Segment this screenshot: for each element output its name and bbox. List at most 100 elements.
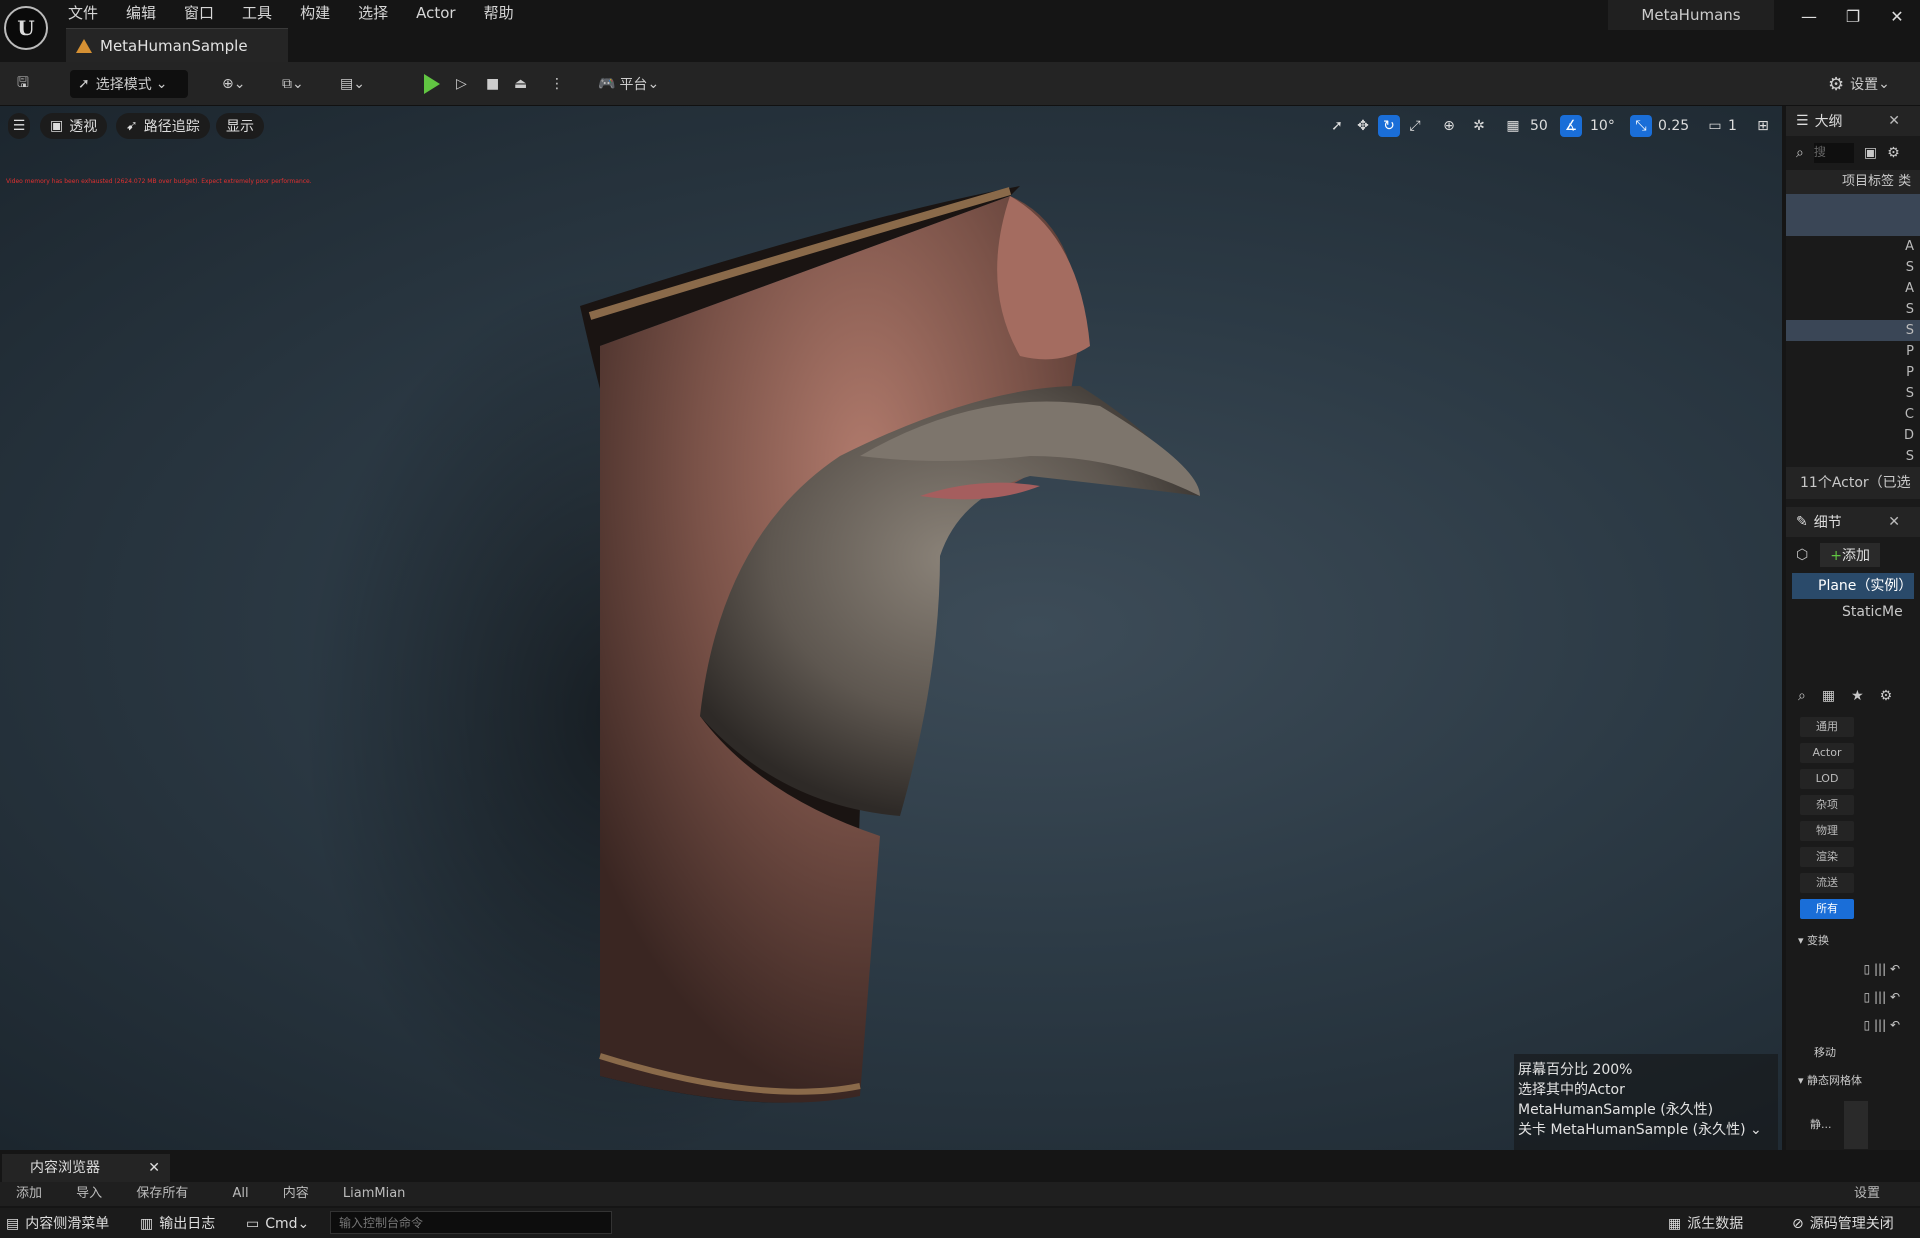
content-browser-tab[interactable]: 内容浏览器 ✕ bbox=[2, 1154, 170, 1182]
platform-dropdown[interactable]: 🎮 平台 ⌄ bbox=[598, 70, 659, 98]
menu-help[interactable]: 帮助 bbox=[470, 4, 528, 22]
mesh-row[interactable]: 静... bbox=[1786, 1095, 1920, 1155]
grid-icon[interactable]: ▦ bbox=[1502, 115, 1524, 137]
mesh-section[interactable]: ▾ 静态网格体 bbox=[1786, 1067, 1920, 1095]
angle-snap-value[interactable]: 10° bbox=[1590, 115, 1615, 137]
list-item[interactable]: A bbox=[1786, 236, 1920, 257]
scale-row[interactable]: ▯ ||| ↶ bbox=[1786, 1011, 1920, 1039]
blueprint-icon[interactable]: ⧉⌄ bbox=[282, 70, 304, 98]
close-icon[interactable]: ✕ bbox=[1888, 514, 1900, 530]
menu-actor[interactable]: Actor bbox=[402, 4, 469, 22]
list-item[interactable]: A bbox=[1786, 278, 1920, 299]
grid-snap-value[interactable]: 50 bbox=[1530, 115, 1548, 137]
output-log-button[interactable]: ▥ 输出日志 bbox=[140, 1210, 215, 1238]
select-icon[interactable]: ➚ bbox=[1326, 115, 1348, 137]
list-item[interactable]: S bbox=[1786, 257, 1920, 278]
menu-file[interactable]: 文件 bbox=[54, 4, 112, 22]
more-options-icon[interactable]: ⋮ bbox=[550, 70, 564, 98]
perspective-button[interactable]: ▣ 透视 bbox=[40, 113, 108, 139]
scale-icon[interactable]: ⤢ bbox=[1404, 115, 1426, 137]
scale-snap-icon[interactable]: ⤡ bbox=[1630, 115, 1652, 137]
filter-lod[interactable]: LOD bbox=[1800, 769, 1854, 789]
add-content-icon[interactable]: ⊕⌄ bbox=[222, 70, 245, 98]
list-item[interactable]: S bbox=[1786, 320, 1920, 341]
breadcrumb-folder[interactable]: LiamMian bbox=[343, 1186, 406, 1201]
breadcrumb-content[interactable]: 内容 bbox=[283, 1186, 309, 1201]
surface-snap-icon[interactable]: ✲ bbox=[1468, 115, 1490, 137]
menu-window[interactable]: 窗口 bbox=[170, 4, 228, 22]
save-icon[interactable]: 🖫 bbox=[12, 70, 34, 98]
scale-snap-value[interactable]: 0.25 bbox=[1658, 115, 1689, 137]
stop-icon[interactable]: ■ bbox=[486, 70, 499, 98]
pathtracing-button[interactable]: ➹ 路径追踪 bbox=[116, 113, 210, 139]
play-button[interactable] bbox=[424, 70, 440, 98]
menu-tools[interactable]: 工具 bbox=[228, 4, 286, 22]
mobility-row[interactable]: 移动 bbox=[1786, 1039, 1920, 1067]
filter-misc[interactable]: 杂项 bbox=[1800, 795, 1854, 815]
rotate-icon[interactable]: ↻ bbox=[1378, 115, 1400, 137]
list-item[interactable]: P bbox=[1786, 341, 1920, 362]
restore-icon[interactable]: ❐ bbox=[1830, 4, 1876, 30]
content-drawer-button[interactable]: ▤ 内容侧滑菜单 bbox=[6, 1210, 109, 1238]
menu-edit[interactable]: 编辑 bbox=[112, 4, 170, 22]
unreal-logo-icon[interactable]: U bbox=[4, 6, 48, 50]
camera-speed-value[interactable]: 1 bbox=[1728, 115, 1737, 137]
gear-icon[interactable]: ⚙ bbox=[1887, 145, 1900, 161]
mesh-thumbnail[interactable] bbox=[1844, 1101, 1868, 1149]
level-tab[interactable]: MetaHumanSample bbox=[66, 28, 288, 62]
list-item[interactable]: S bbox=[1786, 383, 1920, 404]
world-icon[interactable]: ⊕ bbox=[1438, 115, 1460, 137]
list-item[interactable]: S bbox=[1786, 446, 1920, 467]
show-button[interactable]: 显示 bbox=[216, 113, 264, 139]
folder-icon[interactable]: ▣ bbox=[1864, 145, 1877, 161]
eject-icon[interactable]: ⏏ bbox=[514, 70, 527, 98]
select-mode-dropdown[interactable]: ➚ 选择模式 ⌄ bbox=[70, 70, 188, 98]
component-root[interactable]: Plane（实例） bbox=[1792, 573, 1914, 599]
level-viewport[interactable]: ☰ ▣ 透视 ➹ 路径追踪 显示 Video memory has been exh… bbox=[0, 106, 1782, 1150]
component-staticmesh[interactable]: StaticMe bbox=[1786, 599, 1920, 625]
filter-rendering[interactable]: 渲染 bbox=[1800, 847, 1854, 867]
add-component-button[interactable]: +添加 bbox=[1820, 543, 1880, 567]
advance-frame-icon[interactable]: ▷ bbox=[456, 70, 467, 98]
console-input[interactable] bbox=[330, 1211, 612, 1234]
add-button[interactable]: 添加 bbox=[16, 1186, 42, 1201]
star-icon[interactable]: ★ bbox=[1851, 688, 1864, 704]
filter-physics[interactable]: 物理 bbox=[1800, 821, 1854, 841]
list-item[interactable]: P bbox=[1786, 362, 1920, 383]
close-icon[interactable]: ✕ bbox=[148, 1154, 160, 1182]
search-icon[interactable]: ⌕ bbox=[1796, 145, 1804, 161]
filter-actor[interactable]: Actor bbox=[1800, 743, 1854, 763]
viewport-menu-icon[interactable]: ☰ bbox=[8, 113, 30, 139]
gear-icon[interactable]: ⚙ bbox=[1880, 688, 1893, 704]
close-icon[interactable]: ✕ bbox=[1874, 4, 1920, 30]
close-icon[interactable]: ✕ bbox=[1888, 113, 1900, 129]
filter-general[interactable]: 通用 bbox=[1800, 717, 1854, 737]
filter-all[interactable]: 所有 bbox=[1800, 899, 1854, 919]
save-all-button[interactable]: 保存所有 bbox=[136, 1186, 188, 1201]
cmd-dropdown[interactable]: ▭ Cmd ⌄ bbox=[246, 1210, 309, 1238]
list-item[interactable] bbox=[1786, 215, 1920, 236]
camera-speed-icon[interactable]: ▭ bbox=[1704, 115, 1726, 137]
list-item[interactable]: S bbox=[1786, 299, 1920, 320]
filter-streaming[interactable]: 流送 bbox=[1800, 873, 1854, 893]
import-button[interactable]: 导入 bbox=[76, 1186, 102, 1201]
cinematics-icon[interactable]: ▤⌄ bbox=[340, 70, 365, 98]
outliner-search[interactable]: 搜 bbox=[1813, 143, 1854, 163]
content-settings[interactable]: 设置 bbox=[1854, 1182, 1880, 1206]
search-icon[interactable]: ⌕ bbox=[1798, 688, 1806, 704]
breadcrumb-all[interactable]: All bbox=[232, 1186, 248, 1201]
menu-build[interactable]: 构建 bbox=[286, 4, 344, 22]
derived-data-button[interactable]: ▦ 派生数据 bbox=[1668, 1210, 1743, 1238]
list-item[interactable]: C bbox=[1786, 404, 1920, 425]
rotation-row[interactable]: ▯ ||| ↶ bbox=[1786, 983, 1920, 1011]
layout-icon[interactable]: ⊞ bbox=[1752, 115, 1774, 137]
transform-section[interactable]: ▾ 变换 bbox=[1786, 927, 1920, 955]
angle-snap-icon[interactable]: ∡ bbox=[1560, 115, 1582, 137]
minimize-icon[interactable]: — bbox=[1786, 4, 1832, 30]
source-control-button[interactable]: ⊘ 源码管理关闭 bbox=[1792, 1210, 1894, 1238]
translate-icon[interactable]: ✥ bbox=[1352, 115, 1374, 137]
table-icon[interactable]: ▦ bbox=[1822, 688, 1835, 704]
level-selector[interactable]: 关卡 MetaHumanSample (永久性) ⌄ bbox=[1514, 1120, 1778, 1140]
location-row[interactable]: ▯ ||| ↶ bbox=[1786, 955, 1920, 983]
list-item[interactable]: D bbox=[1786, 425, 1920, 446]
